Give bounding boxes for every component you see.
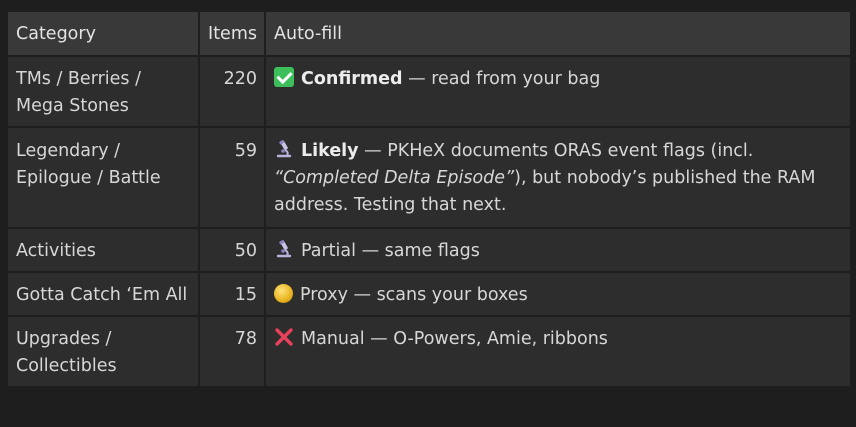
autofill-cell: Likely — PKHeX documents ORAS event flag… [266,128,850,227]
microscope-icon [274,239,294,259]
status-label: Likely [301,141,359,161]
table-row: Upgrades / Collectibles 78 Manual — O-Po… [8,317,850,386]
table-row: Gotta Catch ‘Em All 15 Proxy — scans you… [8,273,850,315]
items-cell: 78 [200,317,264,386]
autofill-cell: Manual — O-Powers, Amie, ribbons [266,317,850,386]
category-cell: Gotta Catch ‘Em All [8,273,198,315]
status-label: Partial [301,241,356,261]
autofill-table: Category Items Auto-fill TMs / Berries /… [6,10,852,388]
header-category: Category [8,12,198,55]
status-label: Confirmed [301,69,403,89]
status-label: Manual [301,329,365,349]
autofill-cell: Proxy — scans your boxes [266,273,850,315]
header-items: Items [200,12,264,55]
items-cell: 50 [200,229,264,271]
check-icon [274,67,294,87]
status-description: — same flags [356,241,480,261]
autofill-cell: Confirmed — read from your bag [266,57,850,126]
category-cell: Activities [8,229,198,271]
items-cell: 59 [200,128,264,227]
table-row: Activities 50 Partial — same flags [8,229,850,271]
cross-icon [274,327,294,347]
status-label: Proxy [300,285,348,305]
table-row: TMs / Berries / Mega Stones 220 Confirme… [8,57,850,126]
table-row: Legendary / Epilogue / Battle 59 Likely … [8,128,850,227]
autofill-table-container: Category Items Auto-fill TMs / Berries /… [6,10,852,388]
category-cell: TMs / Berries / Mega Stones [8,57,198,126]
coin-icon [274,284,293,303]
microscope-icon [274,139,294,159]
status-description: — scans your boxes [347,285,528,305]
autofill-cell: Partial — same flags [266,229,850,271]
status-description: — read from your bag [402,69,601,89]
items-cell: 220 [200,57,264,126]
category-cell: Legendary / Epilogue / Battle [8,128,198,227]
table-header-row: Category Items Auto-fill [8,12,850,55]
header-autofill: Auto-fill [266,12,850,55]
quoted-flag-name: “Completed Delta Episode” [274,168,515,188]
category-cell: Upgrades / Collectibles [8,317,198,386]
status-description: — PKHeX documents ORAS event flags (incl… [358,141,754,161]
items-cell: 15 [200,273,264,315]
status-description: — O-Powers, Amie, ribbons [364,329,608,349]
